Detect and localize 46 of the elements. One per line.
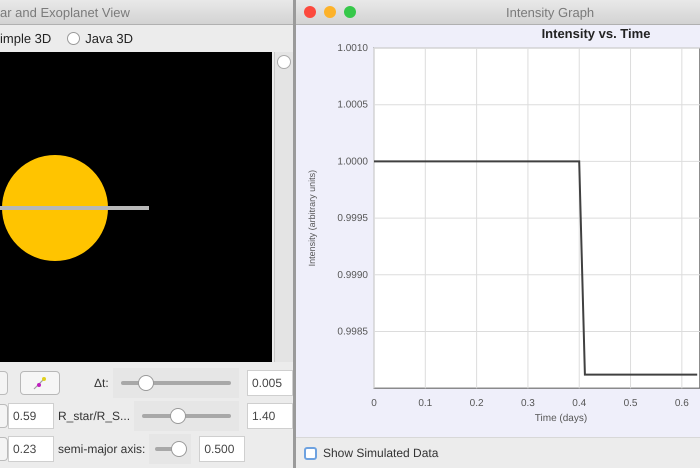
- y-tick-label: 1.0010: [337, 43, 368, 54]
- wand-button[interactable]: [20, 371, 60, 395]
- cut-off-control[interactable]: [0, 437, 8, 461]
- wand-icon: [32, 376, 48, 390]
- x-tick-label: 0: [371, 398, 377, 410]
- slider-label: semi-major axis:: [57, 442, 146, 456]
- slider-thumb[interactable]: [170, 408, 186, 424]
- window-title: ar and Exoplanet View: [0, 4, 130, 20]
- window-title: Intensity Graph: [506, 5, 594, 20]
- value-field[interactable]: 0.005: [247, 370, 293, 396]
- checkbox-icon[interactable]: [304, 446, 317, 460]
- y-tick-label: 0.9985: [337, 326, 368, 338]
- value-field[interactable]: 0.23: [8, 436, 54, 462]
- y-tick-label: 1.0005: [337, 100, 368, 111]
- x-tick-label: 0.5: [624, 398, 638, 410]
- x-axis-title: Time (days): [534, 413, 588, 424]
- cut-off-button[interactable]: [0, 371, 8, 395]
- y-axis-title: Intensity (arbitrary units): [307, 170, 317, 266]
- minimize-icon[interactable]: [324, 6, 336, 18]
- zoom-icon[interactable]: [344, 6, 356, 18]
- slider-thumb[interactable]: [138, 375, 154, 391]
- slider-label: Δt:: [93, 376, 110, 390]
- slider[interactable]: [120, 375, 231, 391]
- close-icon[interactable]: [304, 6, 316, 18]
- y-tick-label: 0.9995: [337, 213, 368, 224]
- radio-option[interactable]: Java 3D: [67, 31, 133, 46]
- value-field[interactable]: 0.500: [199, 436, 246, 462]
- x-tick-label: 0.4: [572, 398, 586, 410]
- cut-off-control[interactable]: [0, 404, 8, 428]
- slider-label: R_star/R_S...: [57, 409, 132, 423]
- chart-title: Intensity vs. Time: [542, 26, 650, 41]
- slider[interactable]: [142, 408, 231, 424]
- y-tick-label: 0.9990: [337, 270, 368, 281]
- x-tick-label: 0.3: [520, 398, 535, 410]
- value-field[interactable]: 0.59: [8, 403, 54, 429]
- value-field[interactable]: 1.40: [247, 403, 293, 429]
- radio-label[interactable]: imple 3D: [0, 31, 52, 46]
- radio-icon[interactable]: [67, 32, 80, 45]
- x-tick-label: 0.1: [418, 398, 432, 410]
- slider-thumb[interactable]: [171, 441, 188, 457]
- vertical-scrollbar[interactable]: [274, 52, 293, 362]
- slider[interactable]: [155, 441, 186, 457]
- show-simulated-data-checkbox[interactable]: Show Simulated Data: [304, 446, 438, 460]
- x-tick-label: 0.6: [674, 398, 689, 410]
- x-tick-label: 0.2: [470, 398, 484, 410]
- y-tick-label: 1.0000: [337, 156, 368, 168]
